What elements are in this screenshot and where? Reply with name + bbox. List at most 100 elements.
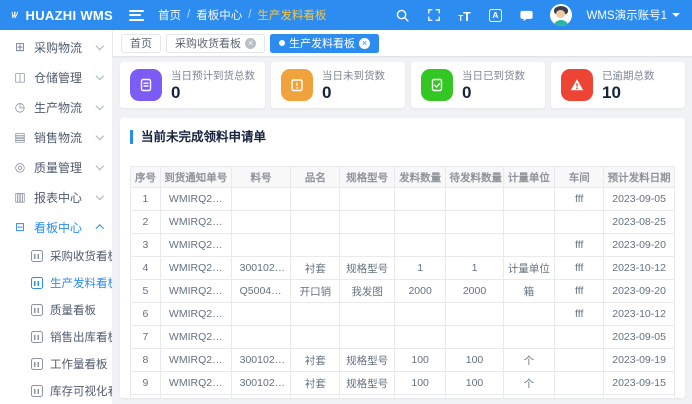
cell-index: 6: [131, 303, 161, 326]
cell-material-no: Q5004040: [231, 280, 291, 303]
cell-material-no: [231, 326, 291, 349]
breadcrumb-kanban-center[interactable]: 看板中心: [196, 7, 242, 23]
breadcrumb-current: 生产发料看板: [257, 7, 326, 23]
header-actions: TT A WMS演示账号1: [395, 4, 692, 26]
column-header: 计量单位: [503, 167, 555, 188]
sidebar-subitem[interactable]: 库存可视化看板: [0, 377, 112, 404]
kanban-board-icon: [31, 385, 43, 397]
overdue-icon: [561, 69, 593, 101]
sidebar-item-label: 生产物流: [34, 99, 97, 116]
user-menu[interactable]: WMS演示账号1: [587, 7, 681, 23]
cell-material-no: 3001026-Q3...: [231, 372, 291, 395]
column-header: 到货通知单号: [160, 167, 231, 188]
sidebar-item[interactable]: ▤ 销售物流: [0, 122, 112, 152]
cell-issue-qty: 100: [394, 349, 446, 372]
sidebar-subitem-label: 质量看板: [50, 302, 96, 318]
translate-icon[interactable]: A: [488, 7, 504, 23]
cell-unit: 个: [503, 349, 555, 372]
cell-pending-qty: [446, 188, 503, 211]
stat-card-not-arrived: 当日未到货数 0: [271, 62, 405, 108]
sidebar-subitem-label: 销售出库看板: [50, 329, 113, 345]
page-content: 当日预计到货总数 0 当日未到货数 0: [113, 56, 692, 404]
close-icon[interactable]: ×: [245, 38, 256, 49]
sidebar-item[interactable]: ⊞ 采购物流: [0, 32, 112, 62]
top-header-bar: HUAZHI WMS 首页 / 看板中心 / 生产发料看板 TT A WMS演示…: [0, 0, 692, 30]
kanban-board-icon: [31, 277, 43, 289]
cell-pending-qty: 100: [446, 372, 503, 395]
cell-unit: [503, 303, 555, 326]
cell-expected-date: 2023-10-12: [604, 303, 675, 326]
column-header: 车间: [555, 167, 604, 188]
font-size-icon[interactable]: TT: [457, 7, 473, 23]
chevron-down-icon: [672, 13, 680, 17]
cell-issue-qty: [394, 188, 446, 211]
column-header: 序号: [131, 167, 161, 188]
expected-arrival-icon: [130, 69, 162, 101]
active-dot: [279, 40, 285, 46]
cell-workshop: fff: [555, 280, 604, 303]
arrived-icon: [421, 69, 453, 101]
quality-icon: ◎: [13, 160, 27, 174]
cell-unit: [503, 234, 555, 257]
search-icon[interactable]: [395, 7, 411, 23]
page-tab[interactable]: 采购收货看板 ×: [166, 34, 265, 53]
cell-issue-qty: 1000: [394, 395, 446, 399]
breadcrumb-home[interactable]: 首页: [158, 7, 181, 23]
sidebar-item-label: 采购物流: [34, 39, 97, 56]
message-icon[interactable]: [519, 7, 535, 23]
cell-issue-qty: [394, 303, 446, 326]
cell-notice-no: WMIRQ2309...: [160, 372, 231, 395]
chevron-icon: [95, 132, 103, 140]
cell-expected-date: 2023-09-15: [604, 372, 675, 395]
sidebar-item[interactable]: ▥ 报表中心: [0, 182, 112, 212]
cell-material-no: 3001026-Q3...: [231, 395, 291, 399]
cell-spec: 规格型号: [340, 395, 394, 399]
sidebar-subitem[interactable]: 工作量看板: [0, 350, 112, 377]
cell-expected-date: 2023-09-22: [604, 395, 675, 399]
tab-label: 生产发料看板: [289, 35, 355, 51]
sidebar-item[interactable]: ⊟ 看板中心: [0, 212, 112, 242]
sales-icon: ▤: [13, 130, 27, 144]
pending-requests-panel: 当前未完成领料申请单 序号到货通知单号料号品名规格型号发料数量待发料数量计量单位…: [120, 118, 685, 398]
user-avatar[interactable]: [550, 4, 572, 26]
warehouse-icon: ◫: [13, 70, 27, 84]
production-icon: ◷: [13, 100, 27, 114]
cell-index: 4: [131, 257, 161, 280]
cell-product-name: 衬套: [291, 372, 340, 395]
sidebar-item[interactable]: ◷ 生产物流: [0, 92, 112, 122]
kanban-board-icon: [31, 250, 43, 262]
cell-issue-qty: 2000: [394, 280, 446, 303]
page-tab[interactable]: 首页: [121, 34, 161, 53]
cell-product-name: [291, 326, 340, 349]
cell-spec: 我发图: [340, 280, 394, 303]
cell-product-name: 衬套: [291, 395, 340, 399]
cell-expected-date: 2023-09-05: [604, 188, 675, 211]
sidebar-subitem[interactable]: 质量看板: [0, 296, 112, 323]
sidebar-item[interactable]: ◫ 仓储管理: [0, 62, 112, 92]
cell-index: 7: [131, 326, 161, 349]
cell-workshop: [555, 349, 604, 372]
sidebar-subitem[interactable]: 销售出库看板: [0, 323, 112, 350]
chevron-icon: [95, 42, 103, 50]
page-tab[interactable]: 生产发料看板 ×: [270, 34, 379, 53]
cell-notice-no: WMIRQ2309...: [160, 395, 231, 399]
cell-pending-qty: [446, 234, 503, 257]
cell-issue-qty: 1: [394, 257, 446, 280]
sidebar-collapse-icon[interactable]: [129, 10, 144, 21]
sidebar-item[interactable]: ◎ 质量管理: [0, 152, 112, 182]
sidebar-subitem[interactable]: 生产发料看板: [0, 269, 112, 296]
stat-label: 当日预计到货总数: [171, 68, 255, 83]
cell-spec: 规格型号: [340, 372, 394, 395]
cell-pending-qty: [446, 303, 503, 326]
stat-value: 0: [322, 83, 385, 103]
cell-product-name: [291, 303, 340, 326]
cell-pending-qty: [446, 211, 503, 234]
cell-product-name: 衬套: [291, 257, 340, 280]
close-icon[interactable]: ×: [359, 38, 370, 49]
app-title: HUAZHI WMS: [26, 8, 114, 23]
table-row: 1 WMIRQ2309... fff 2023-09-05: [131, 188, 675, 211]
cell-index: 10: [131, 395, 161, 399]
sidebar-subitem[interactable]: 采购收货看板: [0, 242, 112, 269]
dashboard-icon: ⊟: [13, 220, 27, 234]
fullscreen-icon[interactable]: [426, 7, 442, 23]
